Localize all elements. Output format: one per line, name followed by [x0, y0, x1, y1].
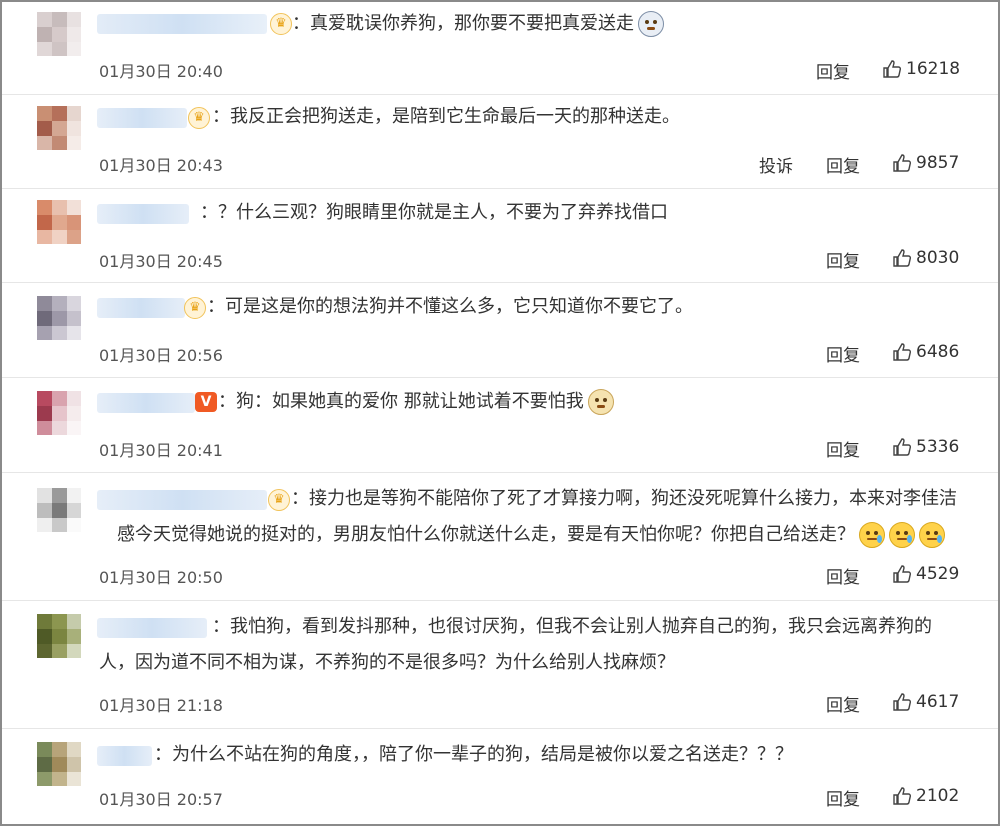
- reply-button[interactable]: 回复: [826, 247, 860, 272]
- comment-item: ♛ ：我反正会把狗送走，是陪到它生命最后一天的那种送走。 投诉 01月30日 2…: [2, 94, 998, 189]
- thumbs-up-icon: [892, 153, 912, 173]
- thumbs-up-icon: [892, 437, 912, 457]
- like-count: 5336: [916, 437, 960, 457]
- reply-button[interactable]: 回复: [826, 785, 860, 810]
- like-button[interactable]: 6486: [892, 342, 959, 362]
- like-count: 9857: [916, 153, 960, 173]
- username-blurred[interactable]: [97, 746, 152, 766]
- comment-time: 01月30日 20:57: [99, 790, 223, 809]
- like-button[interactable]: 2102: [892, 786, 959, 806]
- username-blurred[interactable]: [97, 298, 185, 318]
- comment-item: ♛ ：可是这是你的想法狗并不懂这么多，它只知道你不要它了。 01月30日 20:…: [2, 282, 998, 378]
- username-blurred[interactable]: [97, 393, 195, 413]
- like-button[interactable]: 4529: [892, 564, 959, 584]
- thumbs-up-icon: [882, 59, 902, 79]
- verified-v-badge-icon: V: [195, 392, 217, 412]
- avatar[interactable]: [37, 391, 81, 435]
- comment-item: ：？什么三观？狗眼睛里你就是主人，不要为了弃养找借口 01月30日 20:45 …: [2, 188, 998, 283]
- reply-button[interactable]: 回复: [816, 58, 850, 83]
- avatar[interactable]: [37, 488, 81, 532]
- like-button[interactable]: 4617: [892, 692, 959, 712]
- like-count: 2102: [916, 786, 960, 806]
- crown-badge-icon: ♛: [270, 13, 292, 35]
- like-count: 6486: [916, 342, 960, 362]
- husky-emoji-icon: [638, 11, 664, 37]
- avatar[interactable]: [37, 296, 81, 340]
- thumbs-up-icon: [892, 342, 912, 362]
- crown-badge-icon: ♛: [188, 107, 210, 129]
- avatar[interactable]: [37, 742, 81, 786]
- report-button[interactable]: 投诉: [759, 152, 793, 177]
- comment-text-line1: ：接力也是等狗不能陪你了死了才算接力啊，狗还没死呢算什么接力，本来对李佳洁: [291, 488, 957, 509]
- comment-text: ：真爱耽误你养狗，那你要不要把真爱送走: [292, 9, 664, 39]
- avatar[interactable]: [37, 200, 81, 244]
- comment-text: ：狗：如果她真的爱你 那就让她试着不要怕我: [218, 387, 614, 417]
- like-count: 4617: [916, 692, 960, 712]
- comment-time: 01月30日 20:45: [99, 252, 223, 271]
- comment-time: 01月30日 20:43: [99, 156, 223, 175]
- thumbs-up-icon: [892, 248, 912, 268]
- comment-time: 01月30日 20:41: [99, 441, 223, 460]
- like-button[interactable]: 9857: [892, 153, 959, 173]
- reply-button[interactable]: 回复: [826, 691, 860, 716]
- comment-time: 01月30日 20:40: [99, 62, 223, 81]
- username-blurred[interactable]: [97, 108, 187, 128]
- comment-list: ♛ ：真爱耽误你养狗，那你要不要把真爱送走 01月30日 20:40 回复 16…: [0, 0, 1000, 826]
- thumbs-up-icon: [892, 786, 912, 806]
- comment-item: ♛ ：真爱耽误你养狗，那你要不要把真爱送走 01月30日 20:40 回复 16…: [2, 2, 998, 95]
- crown-badge-icon: ♛: [184, 297, 206, 319]
- username-blurred[interactable]: [97, 490, 267, 510]
- comment-time: 01月30日 20:50: [99, 568, 223, 587]
- comment-time: 01月30日 21:18: [99, 696, 223, 715]
- crying-emoji-icon: [889, 522, 915, 548]
- reply-button[interactable]: 回复: [826, 436, 860, 461]
- comment-text: ：？什么三观？狗眼睛里你就是主人，不要为了弃养找借口: [200, 202, 668, 223]
- avatar[interactable]: [37, 106, 81, 150]
- username-blurred[interactable]: [97, 618, 207, 638]
- crown-badge-icon: ♛: [268, 489, 290, 511]
- thumbs-up-icon: [892, 692, 912, 712]
- comment-item: ：为什么不站在狗的角度，，陪了你一辈子的狗，结局是被你以爱之名送走？？？ 01月…: [2, 728, 998, 824]
- comment-item: V ：狗：如果她真的爱你 那就让她试着不要怕我 01月30日 20:41 回复 …: [2, 377, 998, 473]
- comment-time: 01月30日 20:56: [99, 346, 223, 365]
- comment-text: ：为什么不站在狗的角度，，陪了你一辈子的狗，结局是被你以爱之名送走？？？: [154, 744, 793, 765]
- thumbs-up-icon: [892, 564, 912, 584]
- reply-button[interactable]: 回复: [826, 152, 860, 177]
- reply-button[interactable]: 回复: [826, 563, 860, 588]
- comment-text-line1: ：我怕狗，看到发抖那种，也很讨厌狗，但我不会让别人抛弃自己的狗，我只会远离养狗的: [212, 616, 932, 637]
- username-blurred[interactable]: [97, 204, 189, 224]
- username-blurred[interactable]: [97, 14, 267, 34]
- comment-text-line2: 人，因为道不同不相为谋，不养狗的不是很多吗？为什么给别人找麻烦？: [99, 652, 675, 673]
- comment-item: ：我怕狗，看到发抖那种，也很讨厌狗，但我不会让别人抛弃自己的狗，我只会远离养狗的…: [2, 600, 998, 729]
- like-count: 16218: [906, 59, 961, 79]
- like-button[interactable]: 8030: [892, 248, 959, 268]
- crying-emoji-icon: [859, 522, 885, 548]
- like-count: 4529: [916, 564, 960, 584]
- crying-emoji-icon: [919, 522, 945, 548]
- comment-text-line2: 感今天觉得她说的挺对的，男朋友怕什么你就送什么走，要是有天怕你呢？你把自己给送走…: [117, 520, 945, 550]
- comment-text: ：可是这是你的想法狗并不懂这么多，它只知道你不要它了。: [207, 296, 693, 317]
- avatar[interactable]: [37, 614, 81, 658]
- avatar[interactable]: [37, 12, 81, 56]
- dog-emoji-icon: [587, 389, 614, 415]
- reply-button[interactable]: 回复: [826, 341, 860, 366]
- like-count: 8030: [916, 248, 960, 268]
- like-button[interactable]: 16218: [882, 59, 960, 79]
- comment-text: ：我反正会把狗送走，是陪到它生命最后一天的那种送走。: [212, 106, 680, 127]
- like-button[interactable]: 5336: [892, 437, 959, 457]
- comment-item: ♛ ：接力也是等狗不能陪你了死了才算接力啊，狗还没死呢算什么接力，本来对李佳洁 …: [2, 472, 998, 601]
